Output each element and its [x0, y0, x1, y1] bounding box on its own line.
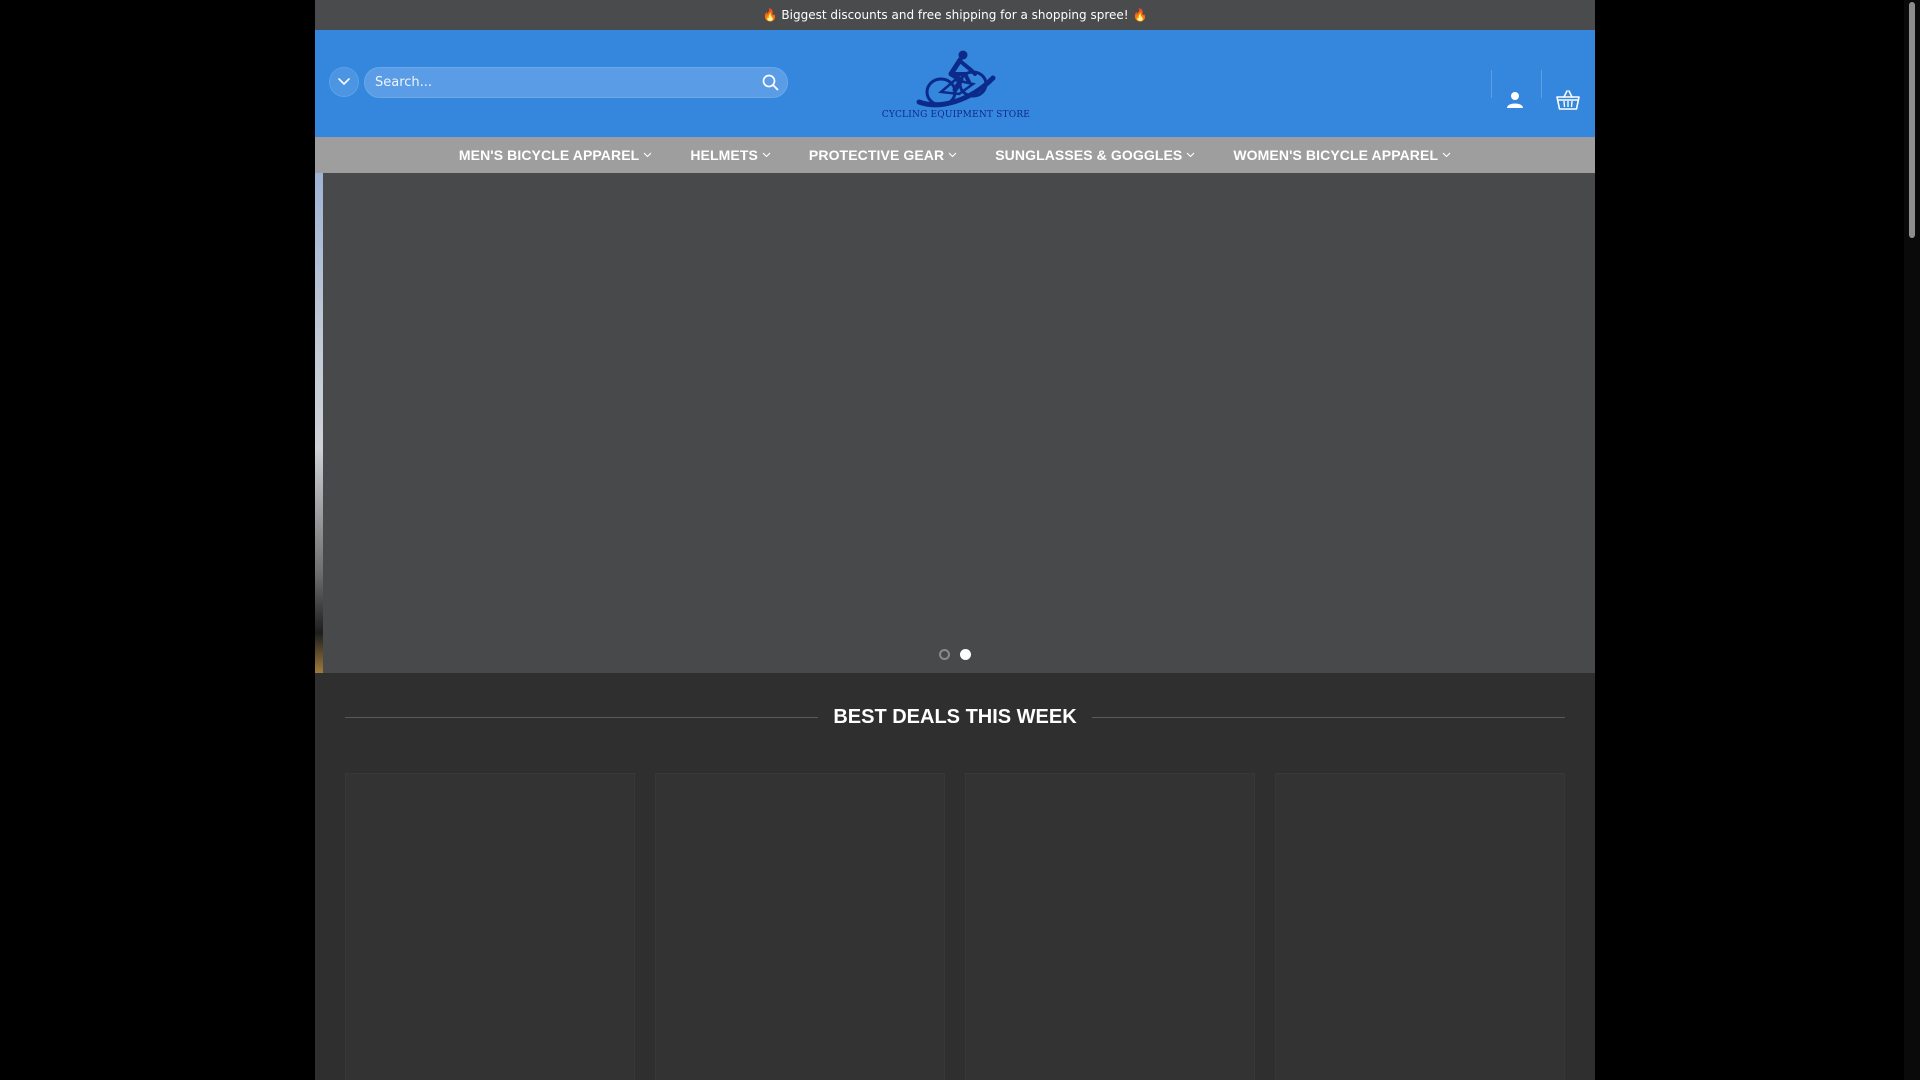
- nav-item-womens-bicycle-apparel[interactable]: WOMEN'S BICYCLE APPAREL: [1214, 147, 1470, 163]
- promo-text: Biggest discounts and free shipping for …: [781, 8, 1129, 22]
- account-button[interactable]: [1504, 89, 1526, 111]
- slider-dot-1[interactable]: [939, 649, 950, 660]
- fire-icon: 🔥: [762, 8, 778, 22]
- basket-icon: [1556, 90, 1580, 110]
- slider-dot-2[interactable]: [960, 649, 971, 660]
- chevron-down-icon: [338, 78, 350, 86]
- chevron-down-icon: [948, 152, 957, 158]
- header-divider: [1541, 70, 1542, 98]
- nav-item-label: MEN'S BICYCLE APPAREL: [458, 147, 640, 163]
- scrollbar-thumb[interactable]: [1909, 2, 1915, 238]
- chevron-down-icon: [1442, 152, 1451, 158]
- search-box: [364, 67, 788, 98]
- section-heading: BEST DEALS THIS WEEK: [345, 699, 1566, 735]
- product-card[interactable]: [965, 773, 1255, 1080]
- nav-item-mens-bicycle-apparel[interactable]: MEN'S BICYCLE APPAREL: [440, 147, 671, 163]
- chevron-down-icon: [762, 152, 771, 158]
- nav-item-label: HELMETS: [690, 147, 758, 163]
- best-deals-section: BEST DEALS THIS WEEK: [315, 673, 1595, 1080]
- section-title: BEST DEALS THIS WEEK: [833, 705, 1077, 728]
- search-button[interactable]: [753, 68, 787, 97]
- slider-dots: [315, 649, 1595, 660]
- divider-line: [1091, 716, 1566, 718]
- product-card[interactable]: [1275, 773, 1565, 1080]
- nav-item-sunglasses-goggles[interactable]: SUNGLASSES & GOGGLES: [976, 147, 1214, 163]
- nav-item-protective-gear[interactable]: PROTECTIVE GEAR: [790, 147, 976, 163]
- promo-bar: 🔥 Biggest discounts and free shipping fo…: [315, 0, 1595, 30]
- page: 🔥 Biggest discounts and free shipping fo…: [315, 0, 1595, 1080]
- nav-item-label: SUNGLASSES & GOGGLES: [995, 147, 1183, 163]
- page-scrollbar[interactable]: [1904, 0, 1920, 1080]
- header-divider: [1491, 70, 1492, 98]
- search-icon: [762, 74, 778, 91]
- previous-slide-image: [315, 173, 323, 673]
- chevron-down-icon: [1186, 152, 1195, 158]
- product-card[interactable]: [655, 773, 945, 1080]
- nav-item-helmets[interactable]: HELMETS: [671, 147, 790, 163]
- user-icon: [1507, 92, 1523, 108]
- main-nav: MEN'S BICYCLE APPAREL HELMETS PROTECTIVE…: [315, 137, 1595, 173]
- divider-line: [345, 716, 819, 718]
- hero-slider[interactable]: [315, 173, 1595, 673]
- cart-button[interactable]: [1553, 87, 1583, 113]
- fire-icon: 🔥: [1132, 8, 1148, 22]
- logo-text: CYCLING EQUIPMENT STORE: [881, 110, 1031, 120]
- product-card[interactable]: [345, 773, 635, 1080]
- nav-item-label: WOMEN'S BICYCLE APPAREL: [1233, 147, 1439, 163]
- cyclist-logo-icon: [916, 50, 996, 108]
- categories-toggle-button[interactable]: [329, 67, 359, 97]
- search-input[interactable]: [365, 68, 753, 97]
- product-grid: [345, 773, 1565, 1080]
- site-header: CYCLING EQUIPMENT STORE: [315, 30, 1595, 137]
- nav-item-label: PROTECTIVE GEAR: [808, 147, 945, 163]
- site-logo[interactable]: CYCLING EQUIPMENT STORE: [876, 50, 1036, 132]
- chevron-down-icon: [643, 152, 652, 158]
